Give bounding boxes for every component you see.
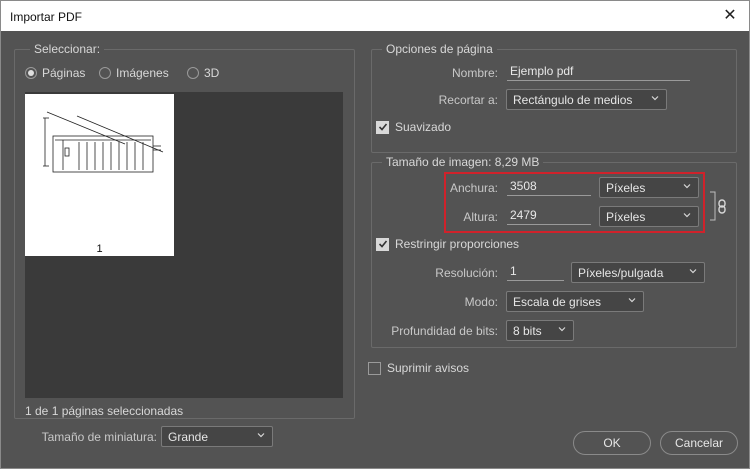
- height-input[interactable]: [507, 205, 591, 225]
- ok-button[interactable]: OK: [573, 431, 651, 455]
- radio-3d[interactable]: 3D: [187, 66, 219, 80]
- page-thumbnail[interactable]: 1: [25, 94, 174, 256]
- checkmark-icon: [378, 240, 387, 248]
- select-legend: Seleccionar:: [30, 42, 105, 56]
- radio-images-label: Imágenes: [116, 66, 169, 80]
- mode-value: Escala de grises: [513, 295, 602, 309]
- chevron-down-icon: [558, 327, 566, 332]
- thumbnail-area: 1: [25, 92, 343, 398]
- mode-label: Modo:: [464, 295, 498, 309]
- radio-pages-dot: [25, 67, 37, 79]
- resolution-input[interactable]: [507, 261, 564, 281]
- constrain-label: Restringir proporciones: [395, 237, 520, 251]
- bit-depth-value: 8 bits: [513, 324, 542, 338]
- radio-pages-label: Páginas: [42, 66, 86, 80]
- crop-value: Rectángulo de medios: [513, 93, 633, 107]
- height-label: Altura:: [463, 210, 498, 224]
- chevron-down-icon: [683, 184, 691, 189]
- height-unit-value: Píxeles: [606, 210, 646, 224]
- resolution-unit-select[interactable]: Píxeles/pulgada: [571, 262, 705, 283]
- suppress-warnings-box: [368, 361, 381, 375]
- dialog-body: Seleccionar: Páginas Imágenes 3D 1 1 de …: [0, 31, 750, 469]
- chevron-down-icon: [683, 213, 691, 218]
- page-options-legend: Opciones de página: [382, 42, 497, 56]
- thumbnail-size-label: Tamaño de miniatura:: [41, 430, 157, 444]
- radio-3d-dot: [187, 67, 199, 79]
- suppress-warnings-checkbox[interactable]: Suprimir avisos: [368, 361, 469, 375]
- chevron-down-icon: [628, 298, 636, 303]
- width-unit-select[interactable]: Píxeles: [599, 177, 699, 198]
- window-title: Importar PDF: [10, 10, 83, 24]
- height-unit-select[interactable]: Píxeles: [599, 206, 699, 227]
- thumbnail-size-select[interactable]: Grande: [161, 426, 273, 447]
- chevron-down-icon: [257, 433, 265, 438]
- bit-depth-label: Profundidad de bits:: [391, 324, 498, 338]
- link-proportions-icon[interactable]: [708, 186, 732, 226]
- pages-selected-status: 1 de 1 páginas seleccionadas: [25, 404, 184, 418]
- radio-images[interactable]: Imágenes: [99, 66, 169, 80]
- antialias-check-box: [376, 120, 389, 134]
- name-label: Nombre:: [451, 66, 498, 80]
- bit-depth-select[interactable]: 8 bits: [506, 320, 574, 341]
- crop-select[interactable]: Rectángulo de medios: [506, 89, 667, 110]
- title-bar: Importar PDF ✕: [0, 0, 750, 31]
- close-icon[interactable]: ✕: [719, 5, 741, 27]
- radio-pages[interactable]: Páginas: [25, 66, 85, 80]
- thumbnail-size-value: Grande: [168, 430, 209, 444]
- crop-label: Recortar a:: [438, 93, 498, 107]
- width-input[interactable]: [507, 176, 591, 196]
- page-preview-icon: [43, 111, 164, 173]
- antialias-label: Suavizado: [395, 120, 452, 134]
- thumbnail-page-number: 1: [96, 243, 103, 255]
- checkmark-icon: [378, 123, 387, 131]
- width-label: Anchura:: [449, 181, 498, 195]
- radio-images-dot: [99, 67, 111, 79]
- cancel-button[interactable]: Cancelar: [660, 431, 738, 455]
- chevron-down-icon: [689, 269, 697, 274]
- name-input[interactable]: [507, 61, 690, 81]
- radio-3d-label: 3D: [204, 66, 220, 80]
- image-size-legend: Tamaño de imagen: 8,29 MB: [382, 155, 544, 169]
- resolution-label: Resolución:: [435, 266, 498, 280]
- resolution-unit-value: Píxeles/pulgada: [578, 266, 664, 280]
- chevron-down-icon: [651, 96, 659, 101]
- mode-select[interactable]: Escala de grises: [506, 291, 644, 312]
- width-unit-value: Píxeles: [606, 181, 646, 195]
- constrain-proportions-checkbox[interactable]: Restringir proporciones: [376, 237, 519, 251]
- antialias-checkbox[interactable]: Suavizado: [376, 120, 451, 134]
- suppress-warnings-label: Suprimir avisos: [387, 361, 470, 375]
- constrain-check-box: [376, 237, 389, 251]
